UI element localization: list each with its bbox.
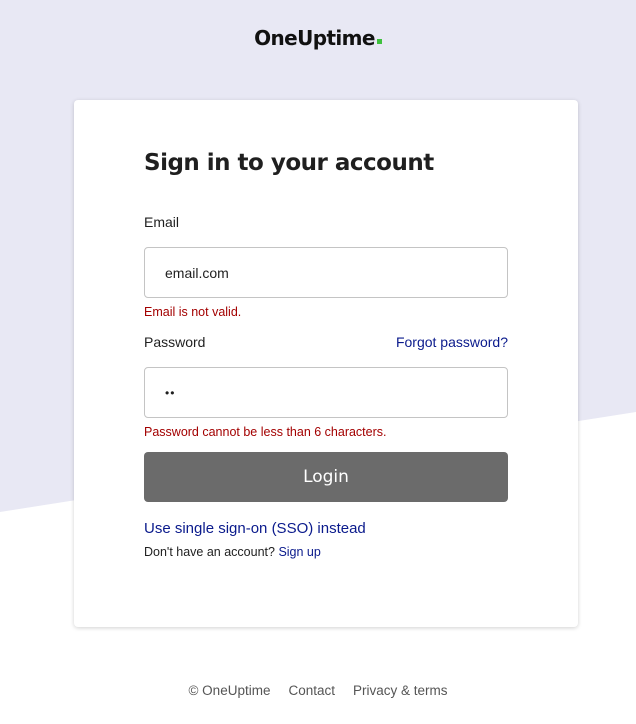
oneuptime-logo: OneUptime	[0, 26, 636, 50]
sso-link[interactable]: Use single sign-on (SSO) instead	[144, 520, 366, 537]
signup-link[interactable]: Sign up	[278, 545, 320, 559]
login-button[interactable]: Login	[144, 452, 508, 502]
footer-contact-link[interactable]: Contact	[288, 683, 335, 698]
password-field[interactable]	[144, 367, 508, 418]
forgot-password-link[interactable]: Forgot password?	[396, 334, 508, 350]
email-error-message: Email is not valid.	[144, 305, 242, 319]
signup-line: Don't have an account? Sign up	[144, 545, 321, 559]
email-field[interactable]	[144, 247, 508, 298]
page-title: Sign in to your account	[144, 150, 434, 176]
login-card: Sign in to your account Email Email is n…	[74, 100, 578, 627]
logo-text: OneUptime	[254, 26, 375, 50]
logo-dot-icon	[376, 39, 382, 44]
signup-prompt: Don't have an account?	[144, 545, 275, 559]
password-error-message: Password cannot be less than 6 character…	[144, 425, 387, 439]
footer-privacy-link[interactable]: Privacy & terms	[353, 683, 448, 698]
footer-copyright: © OneUptime	[188, 683, 271, 698]
footer: © OneUptime Contact Privacy & terms	[0, 683, 636, 698]
password-label: Password	[144, 334, 206, 350]
email-label: Email	[144, 214, 180, 230]
